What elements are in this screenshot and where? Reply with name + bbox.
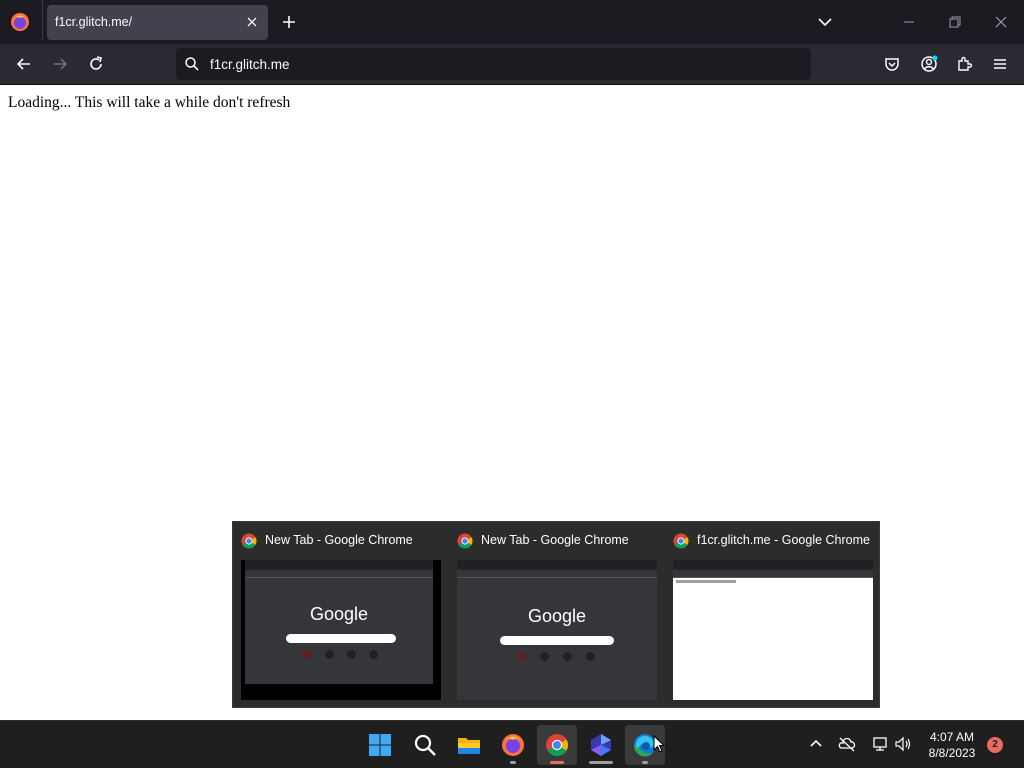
file-explorer-icon: [458, 738, 480, 754]
firefox-logo-icon[interactable]: [10, 12, 30, 32]
browser-tab-strip: f1cr.glitch.me/: [0, 0, 1024, 44]
bing-icon: [591, 734, 611, 756]
thumbnail-preview: [673, 560, 873, 700]
thumbnail-preview: Google: [457, 560, 657, 700]
volume-icon[interactable]: [894, 735, 912, 753]
running-indicator: [589, 761, 613, 764]
chevron-up-icon[interactable]: [807, 735, 825, 753]
window-thumbnail[interactable]: New Tab - Google Chrome Google: [233, 522, 449, 708]
loading-message: Loading... This will take a while don't …: [8, 94, 291, 111]
minimize-window-icon[interactable]: [900, 14, 918, 30]
firefox-icon: [502, 734, 524, 756]
clock-date[interactable]: 8/8/2023: [920, 746, 984, 760]
chrome-icon: [241, 533, 257, 549]
preview-tab-bar: [673, 560, 873, 570]
network-icon[interactable]: [871, 735, 889, 753]
preview-tab-bar: [245, 560, 433, 570]
tab-title: f1cr.glitch.me/: [55, 15, 133, 29]
reload-icon[interactable]: [87, 55, 105, 73]
thumbnail-header: f1cr.glitch.me - Google Chrome: [673, 532, 878, 550]
chrome-icon: [673, 533, 689, 549]
notification-badge[interactable]: 2: [987, 737, 1003, 753]
thumbnail-title: f1cr.glitch.me - Google Chrome: [697, 533, 870, 547]
tab-active[interactable]: f1cr.glitch.me/: [47, 5, 268, 40]
preview-google-logo: Google: [309, 604, 369, 624]
preview-shortcut: [540, 652, 549, 661]
new-tab-button[interactable]: [280, 13, 298, 31]
preview-toolbar: [673, 570, 873, 578]
search-icon: [185, 57, 199, 71]
preview-google-logo: Google: [527, 606, 587, 626]
pocket-icon[interactable]: [883, 55, 901, 73]
preview-shortcut: [586, 652, 595, 661]
chrome-icon: [457, 533, 473, 549]
firefox-taskbar-button[interactable]: [493, 725, 533, 765]
preview-search-box: [500, 636, 614, 645]
running-indicator: [642, 761, 648, 764]
search-icon: [414, 734, 436, 756]
search-button[interactable]: [405, 725, 445, 765]
preview-page-body: [673, 578, 873, 700]
start-icon: [369, 734, 391, 756]
thumbnail-title: New Tab - Google Chrome: [265, 533, 413, 547]
thumbnail-header: New Tab - Google Chrome: [457, 532, 662, 550]
window-thumbnail[interactable]: f1cr.glitch.me - Google Chrome: [665, 522, 881, 708]
chrome-taskbar-button[interactable]: [537, 725, 577, 765]
restore-window-icon[interactable]: [946, 13, 964, 31]
account-icon[interactable]: [920, 55, 938, 73]
mouse-cursor-icon: [653, 735, 665, 753]
preview-toolbar: [457, 570, 657, 578]
windows-taskbar: 4:07 AM 8/8/2023 2: [0, 720, 1024, 768]
tab-separator: [42, 0, 43, 40]
screen: f1cr.glitch.me/ f1cr.glitch.me Loading..…: [0, 0, 1024, 768]
thumbnail-preview: Google: [241, 560, 441, 700]
preview-shortcut: [347, 650, 356, 659]
running-indicator: [510, 761, 516, 764]
forward-arrow-icon[interactable]: [51, 55, 69, 73]
preview-toolbar: [245, 570, 433, 578]
preview-shortcut: [563, 652, 572, 661]
navigation-toolbar: f1cr.glitch.me: [0, 44, 1024, 85]
window-thumbnail[interactable]: New Tab - Google Chrome Google: [449, 522, 665, 708]
clock-time[interactable]: 4:07 AM: [920, 730, 984, 744]
chrome-icon: [546, 734, 568, 756]
preview-shortcut: [325, 650, 334, 659]
preview-shortcut: [517, 652, 526, 661]
thumbnail-header: New Tab - Google Chrome: [241, 532, 446, 550]
back-arrow-icon[interactable]: [15, 55, 33, 73]
preview-page-text: [676, 580, 736, 583]
close-window-icon[interactable]: [992, 13, 1010, 31]
preview-shortcut: [369, 650, 378, 659]
thumbnail-title: New Tab - Google Chrome: [481, 533, 629, 547]
start-button[interactable]: [360, 725, 400, 765]
taskbar-thumbnail-popup: New Tab - Google Chrome Google New Tab -…: [232, 521, 880, 708]
onedrive-offline-icon[interactable]: [838, 735, 856, 753]
preview-tab-bar: [457, 560, 657, 570]
active-indicator: [550, 761, 564, 764]
url-input[interactable]: f1cr.glitch.me: [210, 57, 290, 72]
extensions-icon[interactable]: [955, 55, 973, 73]
preview-search-box: [286, 634, 396, 643]
file-explorer-button[interactable]: [449, 725, 489, 765]
address-bar[interactable]: f1cr.glitch.me: [176, 48, 811, 80]
list-all-tabs-icon[interactable]: [816, 13, 834, 31]
bing-taskbar-button[interactable]: [581, 725, 621, 765]
preview-shortcut: [302, 650, 311, 659]
menu-hamburger-icon[interactable]: [991, 55, 1009, 73]
close-tab-icon[interactable]: [244, 14, 260, 30]
